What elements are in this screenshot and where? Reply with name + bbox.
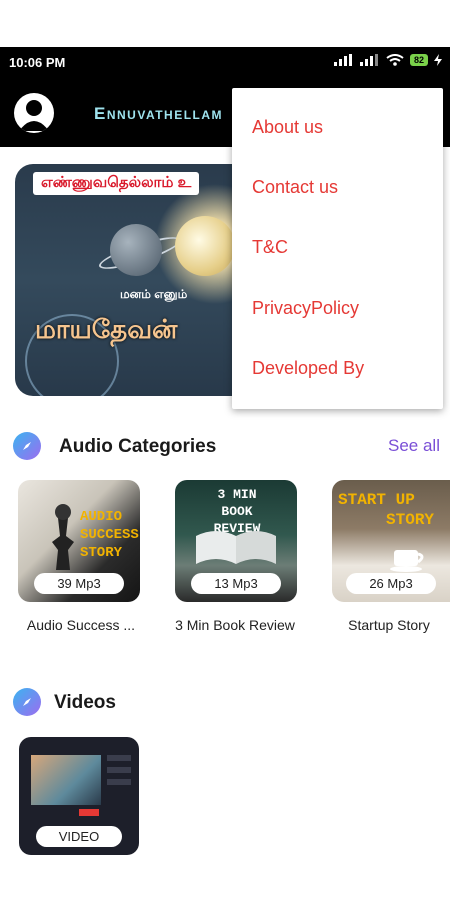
video-side-line: [107, 779, 131, 785]
signal-icon: [333, 54, 352, 66]
status-bar: 10:06 PM 82: [0, 47, 450, 77]
videos-title: Videos: [54, 692, 116, 713]
category-card-startup-story[interactable]: START UP STORY 26 Mp3: [332, 480, 450, 602]
profile-icon: [19, 100, 49, 131]
menu-item-privacy-policy[interactable]: PrivacyPolicy: [232, 278, 443, 338]
startup-label[interactable]: Startup Story: [330, 617, 448, 633]
charging-icon: [434, 54, 442, 66]
wifi-icon: [386, 54, 404, 66]
menu-item-developed-by[interactable]: Developed By: [232, 339, 443, 399]
avatar[interactable]: [14, 93, 54, 133]
video-thumbnail: [31, 755, 101, 805]
startup-cover-text: START UP STORY: [338, 491, 435, 529]
video-card[interactable]: VIDEO: [19, 737, 139, 855]
video-side-line: [107, 767, 131, 773]
banner-top-text: எண்ணுவதெல்லாம் உ: [33, 172, 200, 195]
menu-item-contact-us[interactable]: Contact us: [232, 157, 443, 217]
audio-categories-title: Audio Categories: [59, 436, 217, 457]
startup-count: 26 Mp3: [346, 573, 436, 594]
audio-success-label[interactable]: Audio Success ...: [16, 617, 146, 633]
subscribe-mark: [79, 809, 99, 816]
compass-icon: [13, 432, 41, 460]
menu-item-terms[interactable]: T&C: [232, 218, 443, 278]
banner-subtitle: மனம் எனும்: [120, 287, 188, 301]
audio-success-cover-text: AUDIO SUCCESS STORY: [80, 509, 139, 561]
planet-graphic: [110, 224, 162, 276]
video-side-line: [107, 755, 131, 761]
app-title: Ennuvathellam: [94, 104, 224, 123]
battery-icon: 82: [409, 54, 428, 66]
status-time: 10:06 PM: [9, 55, 66, 70]
book-review-label[interactable]: 3 Min Book Review: [170, 617, 300, 633]
status-icons: 82: [333, 54, 442, 66]
category-card-audio-success[interactable]: AUDIO SUCCESS STORY 39 Mp3: [18, 480, 140, 602]
banner-main-text: மாயதேவன்: [35, 314, 178, 344]
moon-graphic: [175, 216, 235, 276]
category-card-book-review[interactable]: 3 MIN BOOK REVIEW 13 Mp3: [175, 480, 297, 602]
signal-icon-2: [359, 54, 378, 66]
videos-compass-icon: [13, 688, 41, 716]
overflow-menu: About us Contact us T&C PrivacyPolicy De…: [232, 88, 443, 409]
video-badge: VIDEO: [36, 826, 122, 847]
top-spacer: [0, 0, 450, 47]
book-review-count: 13 Mp3: [191, 573, 281, 594]
coffee-cup-graphic: [390, 550, 424, 572]
audio-success-count: 39 Mp3: [34, 573, 124, 594]
see-all-link[interactable]: See all: [388, 436, 440, 456]
book-graphic: [196, 531, 276, 564]
menu-item-about-us[interactable]: About us: [232, 97, 443, 157]
